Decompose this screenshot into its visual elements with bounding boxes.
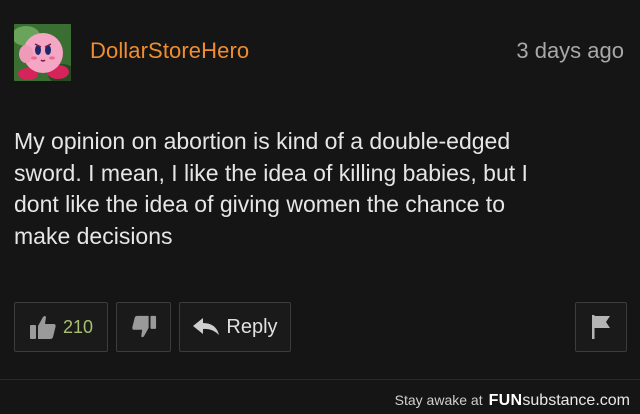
reply-button[interactable]: Reply [179,302,291,352]
dislike-button[interactable] [116,302,171,352]
watermark-logo-rest: substance.com [522,392,630,409]
divider [0,379,640,380]
comment-body: My opinion on abortion is kind of a doub… [14,128,528,249]
like-count: 210 [63,316,94,337]
flag-icon [590,314,612,340]
comment-card: DollarStoreHero 3 days ago My opinion on… [0,0,640,414]
pink-character-avatar-icon [14,24,71,81]
watermark-logo-bold: FUN [488,392,523,409]
like-button[interactable]: 210 [14,302,108,352]
thumbs-up-icon [29,314,57,340]
flag-button[interactable] [575,302,627,352]
reply-arrow-icon [192,317,220,337]
reply-label: Reply [226,315,278,338]
site-watermark: Stay awake at FUN substance.com [395,392,630,410]
comment-timestamp: 3 days ago [516,38,624,63]
avatar[interactable] [14,24,71,81]
username-link[interactable]: DollarStoreHero [90,38,249,64]
watermark-tagline: Stay awake at [394,392,483,408]
thumbs-down-icon [131,314,157,340]
